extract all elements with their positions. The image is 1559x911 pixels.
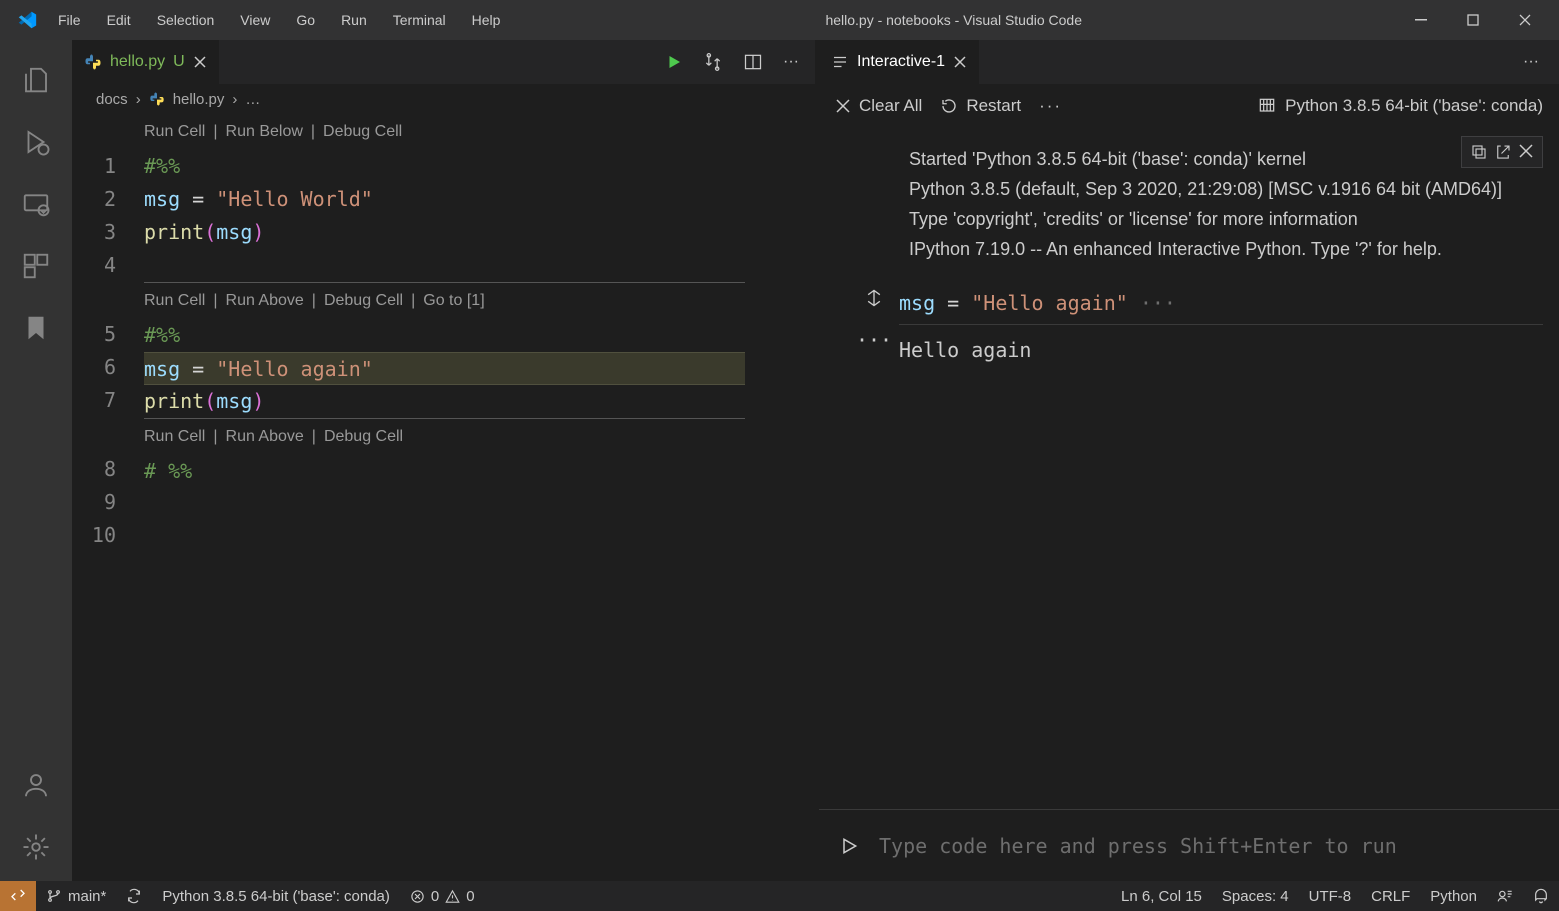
account-icon[interactable] xyxy=(8,757,64,813)
interactive-toolbar: Clear All Restart ··· Python 3.8.5 64-bi… xyxy=(819,84,1559,128)
interpreter-selector[interactable]: Python 3.8.5 64-bit ('base': conda) xyxy=(1257,96,1543,116)
remote-explorer-icon[interactable] xyxy=(8,176,64,232)
codelens-run-cell[interactable]: Run Cell xyxy=(144,419,205,455)
feedback-icon[interactable] xyxy=(1487,888,1523,904)
activity-bar xyxy=(0,40,72,881)
interactive-pane: Interactive-1 ··· Clear All Restart xyxy=(819,40,1559,881)
window-controls xyxy=(1395,0,1551,40)
cursor-position[interactable]: Ln 6, Col 15 xyxy=(1111,888,1212,905)
menu-bar: File Edit Selection View Go Run Terminal… xyxy=(46,6,512,34)
tab-hello-py[interactable]: hello.py U xyxy=(72,40,220,84)
status-interpreter[interactable]: Python 3.8.5 64-bit ('base': conda) xyxy=(152,888,400,905)
status-bar: main* Python 3.8.5 64-bit ('base': conda… xyxy=(0,881,1559,911)
editor-tabs: hello.py U ··· xyxy=(72,40,815,84)
interactive-console[interactable]: Started 'Python 3.8.5 64-bit ('base': co… xyxy=(819,128,1559,809)
codelens-run-above[interactable]: Run Above xyxy=(226,419,304,455)
codelens-cell-2: Run Cell| Run Above| Debug Cell| Go to [… xyxy=(144,282,745,319)
tab-modified-badge: U xyxy=(173,53,185,71)
window-title: hello.py - notebooks - Visual Studio Cod… xyxy=(512,12,1395,28)
minimize-button[interactable] xyxy=(1395,0,1447,40)
menu-help[interactable]: Help xyxy=(460,6,513,34)
python-file-icon xyxy=(84,53,102,71)
title-bar: File Edit Selection View Go Run Terminal… xyxy=(0,0,1559,40)
codelens-run-above[interactable]: Run Above xyxy=(226,283,304,319)
interactive-input-row: Type code here and press Shift+Enter to … xyxy=(819,809,1559,881)
sync-button[interactable] xyxy=(116,888,152,904)
goto-code-icon[interactable] xyxy=(1494,143,1512,161)
more-actions-icon[interactable]: ··· xyxy=(783,53,799,71)
codelens-debug-cell[interactable]: Debug Cell xyxy=(324,419,403,455)
code-content[interactable]: Run Cell| Run Below| Debug Cell #%% msg … xyxy=(144,114,745,881)
interactive-tab-icon xyxy=(831,53,849,71)
execute-input-icon[interactable] xyxy=(839,836,859,856)
explorer-icon[interactable] xyxy=(8,52,64,108)
codelens-run-below[interactable]: Run Below xyxy=(226,114,303,150)
codelens-debug-cell[interactable]: Debug Cell xyxy=(323,114,402,150)
run-debug-icon[interactable] xyxy=(8,114,64,170)
codelens-cell-1: Run Cell| Run Below| Debug Cell xyxy=(144,114,745,150)
more-actions-icon[interactable]: ··· xyxy=(1039,96,1062,116)
editor-pane: hello.py U ··· docs › xyxy=(72,40,815,881)
interactive-tabs: Interactive-1 ··· xyxy=(819,40,1559,84)
menu-edit[interactable]: Edit xyxy=(95,6,143,34)
codelens-debug-cell[interactable]: Debug Cell xyxy=(324,283,403,319)
codelens-goto[interactable]: Go to [1] xyxy=(423,283,484,319)
close-button[interactable] xyxy=(1499,0,1551,40)
codelens-run-cell[interactable]: Run Cell xyxy=(144,283,205,319)
breadcrumb-file[interactable]: hello.py xyxy=(173,91,225,108)
problems-indicator[interactable]: 0 0 xyxy=(400,888,485,905)
run-file-icon[interactable] xyxy=(665,53,683,71)
kernel-banner: Started 'Python 3.8.5 64-bit ('base': co… xyxy=(909,144,1543,264)
code-editor[interactable]: 1 2 3 4 5 6 7 8 9 10 Run Cell| Run xyxy=(72,114,815,881)
remote-indicator[interactable] xyxy=(0,881,36,911)
tab-name: hello.py xyxy=(110,53,165,71)
breadcrumb-more[interactable]: … xyxy=(245,91,260,108)
eol[interactable]: CRLF xyxy=(1361,888,1420,905)
menu-go[interactable]: Go xyxy=(284,6,327,34)
vscode-logo-icon xyxy=(16,9,38,31)
collapse-cell-icon[interactable] xyxy=(849,288,899,308)
codelens-cell-3: Run Cell| Run Above| Debug Cell xyxy=(144,418,745,455)
notifications-icon[interactable] xyxy=(1523,888,1559,904)
editor-actions: ··· xyxy=(220,40,815,84)
breadcrumb[interactable]: docs › hello.py › … xyxy=(72,84,815,114)
indentation[interactable]: Spaces: 4 xyxy=(1212,888,1299,905)
breadcrumb-folder[interactable]: docs xyxy=(96,91,128,108)
close-tab-icon[interactable] xyxy=(193,55,207,69)
copy-icon[interactable] xyxy=(1470,143,1488,161)
more-actions-icon[interactable]: ··· xyxy=(1523,53,1539,71)
interactive-output: ··· Hello again xyxy=(909,325,1543,365)
delete-cell-icon[interactable] xyxy=(1518,143,1534,161)
bookmark-icon[interactable] xyxy=(8,300,64,356)
menu-view[interactable]: View xyxy=(228,6,282,34)
tab-interactive[interactable]: Interactive-1 xyxy=(819,40,980,84)
menu-terminal[interactable]: Terminal xyxy=(381,6,458,34)
encoding[interactable]: UTF-8 xyxy=(1299,888,1362,905)
tab-name: Interactive-1 xyxy=(857,53,945,71)
extensions-icon[interactable] xyxy=(8,238,64,294)
compare-changes-icon[interactable] xyxy=(703,52,723,72)
python-file-icon xyxy=(149,91,165,107)
restart-button[interactable]: Restart xyxy=(940,96,1021,116)
line-number-gutter: 1 2 3 4 5 6 7 8 9 10 xyxy=(72,114,144,881)
output-ellipsis-icon[interactable]: ··· xyxy=(849,325,899,355)
git-branch[interactable]: main* xyxy=(36,888,116,905)
minimap[interactable] xyxy=(745,114,815,881)
chevron-right-icon: › xyxy=(136,91,141,108)
language-mode[interactable]: Python xyxy=(1420,888,1487,905)
menu-selection[interactable]: Selection xyxy=(145,6,227,34)
close-tab-icon[interactable] xyxy=(953,55,967,69)
clear-all-button[interactable]: Clear All xyxy=(835,96,922,116)
split-editor-icon[interactable] xyxy=(743,52,763,72)
codelens-run-cell[interactable]: Run Cell xyxy=(144,114,205,150)
interactive-cell[interactable]: msg = "Hello again" ··· xyxy=(909,288,1543,325)
maximize-button[interactable] xyxy=(1447,0,1499,40)
menu-run[interactable]: Run xyxy=(329,6,379,34)
settings-icon[interactable] xyxy=(8,819,64,875)
cell-action-bar xyxy=(1461,136,1543,168)
chevron-right-icon: › xyxy=(232,91,237,108)
menu-file[interactable]: File xyxy=(46,6,93,34)
interactive-input[interactable]: Type code here and press Shift+Enter to … xyxy=(879,834,1397,858)
